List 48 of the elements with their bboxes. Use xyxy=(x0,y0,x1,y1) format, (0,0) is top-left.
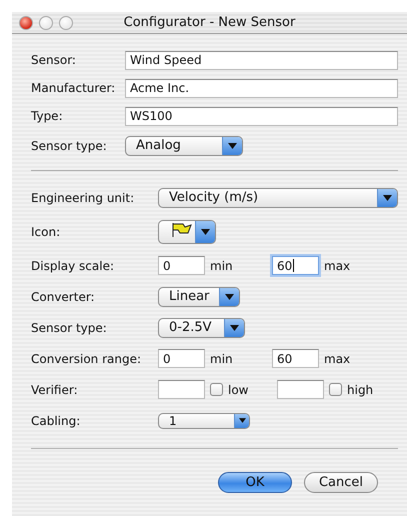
dropdown-arrow-icon xyxy=(230,324,239,330)
popup-menu[interactable]: Linear xyxy=(158,286,240,306)
text-field[interactable]: Acme Inc. xyxy=(125,78,398,98)
unit-label: min xyxy=(209,258,234,272)
popup-menu[interactable]: 0-2.5V xyxy=(158,318,245,338)
popup-menu[interactable]: Velocity (m/s) xyxy=(158,188,398,208)
zoom-window-button[interactable] xyxy=(59,16,73,30)
number-field[interactable] xyxy=(277,380,324,399)
field-label: Converter: xyxy=(31,290,96,304)
field-label: Sensor: xyxy=(31,53,77,67)
unit-label: max xyxy=(323,352,352,366)
checkbox[interactable] xyxy=(329,383,342,396)
text-field[interactable]: Wind Speed xyxy=(125,50,398,70)
popup-menu[interactable]: 1 xyxy=(158,412,250,428)
number-field[interactable]: 60 xyxy=(272,349,319,368)
checkbox-label: high xyxy=(347,382,374,396)
dropdown-arrow-icon xyxy=(238,418,246,423)
number-field[interactable]: 0 xyxy=(158,349,205,368)
popup-menu[interactable]: Analog xyxy=(125,136,243,156)
dropdown-arrow-icon xyxy=(225,294,234,300)
field-label: Type: xyxy=(31,109,64,123)
close-window-button[interactable] xyxy=(19,16,33,30)
field-label: Conversion range: xyxy=(31,352,142,366)
dropdown-arrow-icon xyxy=(228,142,237,148)
field-label: Cabling: xyxy=(31,414,82,428)
checkbox[interactable] xyxy=(210,383,223,396)
dialog-button[interactable]: Cancel xyxy=(304,472,378,493)
flag-icon xyxy=(171,222,193,238)
field-label: Icon: xyxy=(31,224,62,238)
number-field[interactable] xyxy=(158,380,205,399)
number-field[interactable]: 0 xyxy=(158,256,205,275)
unit-label: min xyxy=(209,352,234,366)
field-label: Engineering unit: xyxy=(31,190,136,204)
minimize-window-button[interactable] xyxy=(39,16,53,30)
text-field[interactable]: WS100 xyxy=(125,106,398,126)
checkbox-label: low xyxy=(228,382,248,396)
field-label: Manufacturer: xyxy=(31,81,116,95)
window-title: Configurator - New Sensor xyxy=(124,15,296,30)
field-label: Sensor type: xyxy=(31,320,108,334)
number-field[interactable]: 60 xyxy=(272,256,319,275)
icon-popup-menu[interactable] xyxy=(158,220,216,244)
dropdown-arrow-icon xyxy=(201,228,210,234)
field-label: Display scale: xyxy=(31,258,116,272)
field-label: Sensor type: xyxy=(31,138,108,152)
default-button[interactable]: OK xyxy=(218,472,292,493)
unit-label: max xyxy=(323,258,352,272)
field-label: Verifier: xyxy=(31,382,79,396)
dropdown-arrow-icon xyxy=(383,194,392,200)
